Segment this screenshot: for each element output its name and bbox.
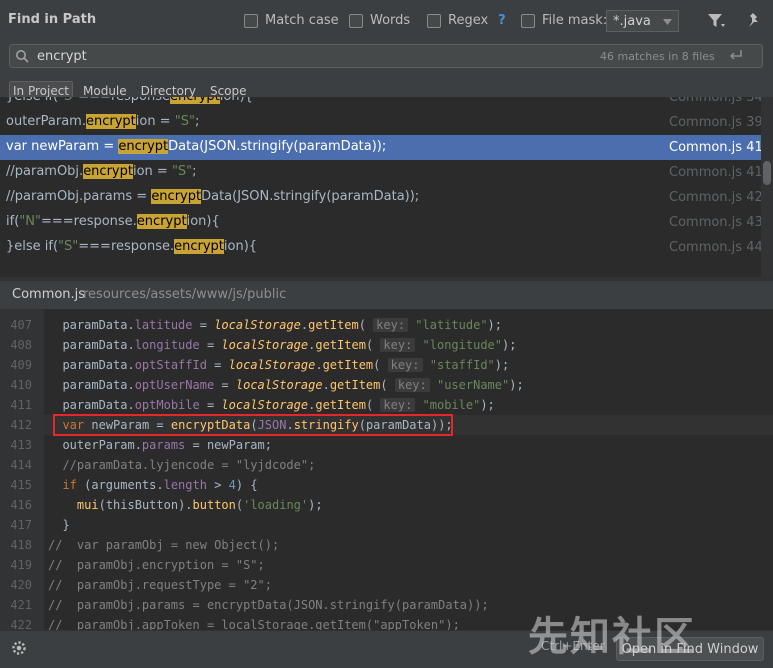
- result-row[interactable]: //paramObj.encryption = "S"; Common.js 41…: [0, 160, 771, 185]
- file-mask-label: File mask:: [542, 13, 608, 28]
- line-number: 411: [10, 398, 32, 412]
- preview-file-name: Common.js: [12, 287, 86, 302]
- code-line: if (arguments.length > 4) {: [62, 478, 258, 492]
- result-text: //paramObj.params = encryptData(JSON.str…: [6, 189, 420, 204]
- search-query[interactable]: encrypt: [37, 49, 87, 64]
- line-number: 416: [10, 498, 32, 512]
- result-file-location: Common.js 421: [669, 190, 772, 205]
- line-number: 413: [10, 438, 32, 452]
- line-number: 418: [10, 538, 32, 552]
- result-file-location: Common.js 439: [669, 215, 772, 230]
- line-number: 412: [10, 418, 32, 432]
- line-number: 421: [10, 598, 32, 612]
- enter-icon: [728, 48, 744, 66]
- code-line: paramData.latitude = localStorage.getIte…: [48, 318, 502, 332]
- result-row[interactable]: outerParam.encryption = "S"; Common.js 39…: [0, 110, 771, 135]
- code-line: // paramObj.requestType = "2";: [48, 578, 272, 592]
- file-mask-select[interactable]: *.java: [606, 10, 679, 32]
- result-row[interactable]: }else if("S"===response.encryption){ Comm…: [0, 235, 771, 260]
- result-text: }else if("S"===responseencryption){: [6, 97, 253, 104]
- match-count: 46 matches in 8 files: [600, 50, 715, 63]
- code-line: paramData.optStaffId = localStorage.getI…: [48, 358, 510, 372]
- result-file-location: Common.js 412: [669, 140, 772, 155]
- words-label: Words: [370, 13, 411, 28]
- file-mask-checkbox[interactable]: [521, 13, 535, 28]
- line-number: 407: [10, 318, 32, 332]
- result-row[interactable]: //paramObj.params = encryptData(JSON.str…: [0, 185, 771, 210]
- file-mask-option[interactable]: File mask:: [521, 13, 607, 28]
- find-dialog-header: Find in Path Match case Words Regex ? Fi…: [0, 0, 773, 42]
- code-line: }: [48, 518, 70, 532]
- code-line: // paramObj.appToken = localStorage.getI…: [48, 618, 460, 630]
- dialog-title: Find in Path: [8, 12, 97, 27]
- code-line: paramData.longitude = localStorage.getIt…: [48, 338, 517, 352]
- match-case-checkbox[interactable]: [244, 13, 258, 28]
- file-mask-value: *.java: [613, 13, 651, 29]
- line-number: 414: [10, 458, 32, 472]
- line-number: 408: [10, 338, 32, 352]
- preview-file-path: Common.js resources/assets/www/js/public: [0, 281, 773, 309]
- line-number: 409: [10, 358, 32, 372]
- code-line: mui(thisButton).button('loading');: [76, 498, 323, 512]
- result-text: var newParam = encryptData(JSON.stringif…: [6, 139, 387, 154]
- code-line: var newParam = encryptData(JSON.stringif…: [62, 418, 453, 432]
- regex-help-link[interactable]: ?: [498, 13, 506, 28]
- line-number: 422: [10, 618, 32, 630]
- words-checkbox[interactable]: [349, 13, 363, 28]
- code-line: paramData.optMobile = localStorage.getIt…: [48, 398, 495, 412]
- code-line: // paramObj.encryption = "S";: [48, 558, 265, 572]
- regex-label: Regex: [448, 13, 489, 28]
- line-number: 420: [10, 578, 32, 592]
- filter-icon[interactable]: [707, 13, 725, 29]
- result-file-location: Common.js 398: [669, 115, 772, 130]
- match-case-option[interactable]: Match case: [244, 13, 339, 28]
- result-text: outerParam.encryption = "S";: [6, 114, 200, 129]
- dropdown-icon: [663, 14, 672, 29]
- result-text: }else if("S"===response.encryption){: [6, 239, 258, 254]
- line-number: 410: [10, 378, 32, 392]
- code-line: paramData.optUserName = localStorage.get…: [48, 378, 524, 392]
- results-list: }else if("S"===responseencryption){ Commo…: [0, 97, 773, 277]
- result-file-location: Common.js 342: [669, 97, 772, 105]
- code-line: // var paramObj = new Object();: [48, 538, 280, 552]
- words-option[interactable]: Words: [349, 13, 410, 28]
- search-field[interactable]: encrypt 46 matches in 8 files: [9, 44, 763, 68]
- settings-icon[interactable]: [11, 640, 27, 660]
- result-row[interactable]: var newParam = encryptData(JSON.stringif…: [0, 135, 771, 160]
- preview-file-dir: resources/assets/www/js/public: [83, 287, 287, 302]
- line-gutter: 407 408 409 410 411 412 413 414 415 416 417 418 419 4…: [0, 309, 44, 630]
- line-number: 415: [10, 478, 32, 492]
- regex-checkbox[interactable]: [427, 13, 441, 28]
- regex-option[interactable]: Regex ?: [427, 13, 506, 28]
- result-file-location: Common.js 441: [669, 240, 772, 255]
- result-row[interactable]: }else if("S"===responseencryption){ Commo…: [0, 97, 771, 110]
- code-line: outerParam.params = newParam;: [48, 438, 272, 452]
- line-number: 419: [10, 558, 32, 572]
- result-file-location: Common.js 419: [669, 165, 772, 180]
- search-icon: [15, 49, 29, 67]
- watermark: 先知社区: [528, 614, 696, 660]
- code-preview[interactable]: 407 408 409 410 411 412 413 414 415 416 417 418 419 4…: [0, 309, 773, 630]
- results-scroll-thumb[interactable]: [763, 161, 771, 185]
- pin-icon[interactable]: [744, 12, 762, 30]
- result-text: //paramObj.encryption = "S";: [6, 164, 197, 179]
- match-case-label: Match case: [265, 13, 339, 28]
- result-row[interactable]: if("N"===response.encryption){ Common.js …: [0, 210, 771, 235]
- line-number: 417: [10, 518, 32, 532]
- code-line: // paramObj.params = encryptData(JSON.st…: [48, 598, 489, 612]
- results-scrollbar[interactable]: [761, 97, 773, 277]
- result-text: if("N"===response.encryption){: [6, 214, 220, 229]
- code-line: //paramData.lyjencode = "lyjdcode";: [62, 458, 316, 472]
